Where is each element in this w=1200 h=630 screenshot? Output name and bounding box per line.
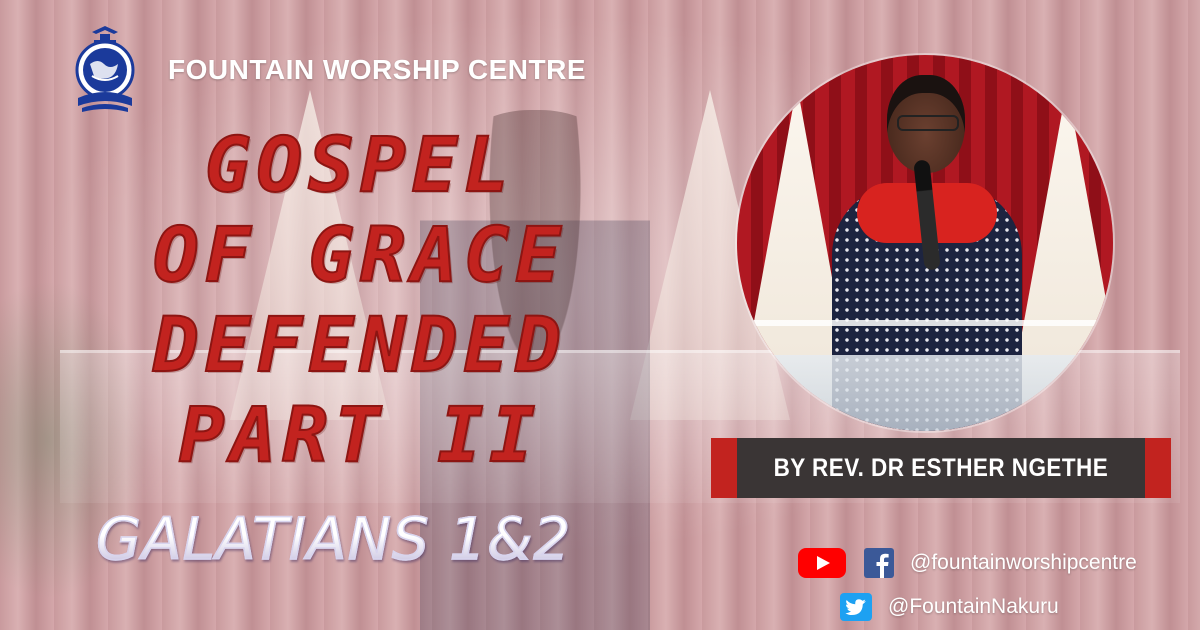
twitter-icon[interactable]	[840, 593, 872, 621]
speaker-photo	[737, 55, 1113, 431]
scripture-reference: GALATIANS 1&2	[95, 504, 572, 574]
youtube-icon[interactable]	[798, 548, 846, 578]
speaker-glasses	[897, 115, 959, 131]
facebook-icon[interactable]	[864, 548, 894, 578]
sermon-poster: FOUNTAIN WORSHIP CENTRE GOSPEL OF GRACE …	[0, 0, 1200, 630]
social-row-twitter: @FountainNakuru	[840, 593, 1059, 621]
organization-name: FOUNTAIN WORSHIP CENTRE	[168, 54, 587, 85]
photo-lectern	[737, 355, 1113, 431]
speaker-banner: BY REV. DR ESTHER NGETHE	[711, 438, 1171, 498]
church-logo	[70, 26, 140, 114]
photo-glass-rail	[737, 320, 1113, 326]
sermon-title-line-3: DEFENDED	[152, 299, 568, 390]
twitter-handle[interactable]: @FountainNakuru	[888, 595, 1059, 619]
social-row-youtube-facebook: @fountainworshipcentre	[798, 548, 1137, 578]
youtube-facebook-handle[interactable]: @fountainworshipcentre	[910, 551, 1137, 575]
speaker-name: BY REV. DR ESTHER NGETHE	[773, 453, 1109, 482]
sermon-title: GOSPEL OF GRACE DEFENDED PART II	[60, 119, 660, 480]
sermon-title-line-4: PART II	[178, 389, 542, 480]
sermon-title-line-1: GOSPEL	[204, 119, 516, 210]
sermon-title-line-2: OF GRACE	[152, 209, 568, 300]
